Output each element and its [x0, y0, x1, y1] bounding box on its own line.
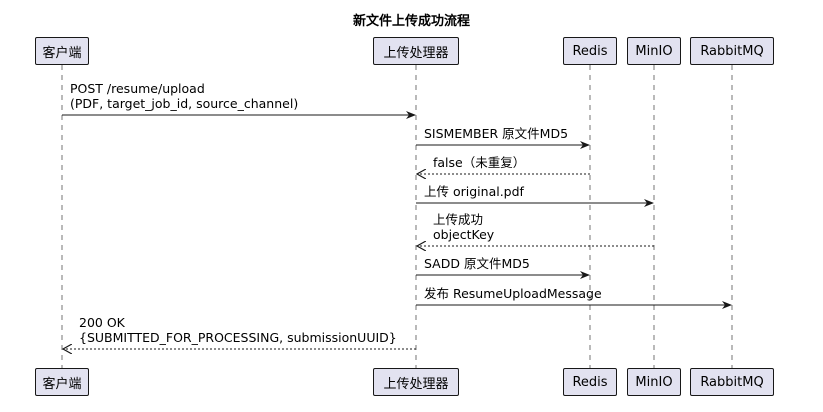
message-label-5-line-2: objectKey	[433, 227, 495, 242]
participant-minio-top: MinIO	[627, 37, 681, 65]
participant-handler-top: 上传处理器	[373, 37, 459, 65]
participant-redis-bottom: Redis	[563, 368, 617, 396]
message-label-3-line-1: false（未重复）	[433, 155, 526, 170]
participant-client-top: 客户端	[35, 37, 89, 65]
participant-minio-bottom: MinIO	[627, 368, 681, 396]
participant-client-bottom: 客户端	[35, 368, 89, 396]
sequence-diagram: 新文件上传成功流程 客户端 客户端 上传处理器 上传处理器 Redis Redis MinI…	[0, 0, 823, 412]
participant-rabbitmq-bottom: RabbitMQ	[690, 368, 774, 396]
message-label-8-line-2: {SUBMITTED_FOR_PROCESSING, submissionUUI…	[79, 330, 397, 345]
participant-redis-top: Redis	[563, 37, 617, 65]
message-label-1-line-1: POST /resume/upload	[70, 81, 205, 96]
message-label-6-line-1: SADD 原文件MD5	[424, 256, 530, 271]
message-label-1-line-2: (PDF, target_job_id, source_channel)	[70, 96, 299, 111]
message-label-7-line-1: 发布 ResumeUploadMessage	[424, 286, 602, 301]
participant-handler-bottom: 上传处理器	[373, 368, 459, 396]
message-label-2-line-1: SISMEMBER 原文件MD5	[424, 126, 569, 141]
participant-rabbitmq-top: RabbitMQ	[690, 37, 774, 65]
message-label-8-line-1: 200 OK	[79, 315, 125, 330]
message-label-5-line-1: 上传成功	[433, 212, 484, 227]
message-label-4-line-1: 上传 original.pdf	[424, 184, 524, 199]
